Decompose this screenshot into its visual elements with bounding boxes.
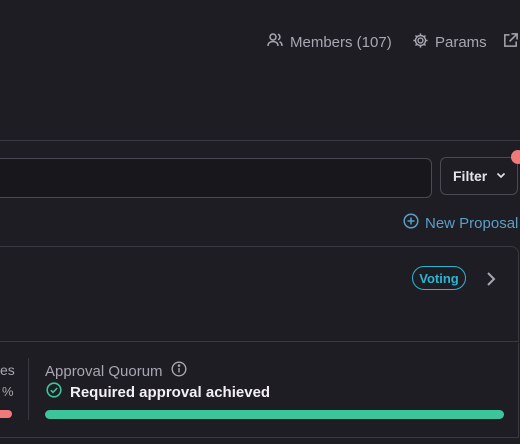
chevron-right-icon[interactable]: [484, 270, 498, 293]
approval-status-label: Required approval achieved: [70, 383, 271, 401]
gear-icon: [412, 32, 435, 53]
params-label: Params: [435, 33, 487, 51]
approval-quorum-label: Approval Quorum: [45, 362, 163, 380]
votes-value-fragment: %: [2, 384, 14, 399]
top-nav: Members (107) Params: [0, 30, 520, 54]
plus-circle-icon: [403, 213, 425, 233]
approval-progress-bar: [45, 410, 504, 419]
proposal-card[interactable]: [0, 246, 519, 342]
details-separator: [28, 358, 29, 420]
check-circle-icon: [46, 382, 70, 402]
approval-progress-fill: [45, 410, 504, 419]
chevron-down-icon: [487, 168, 507, 184]
search-input[interactable]: [0, 158, 432, 198]
filter-label: Filter: [453, 168, 488, 184]
approval-status: Required approval achieved: [46, 382, 270, 402]
members-label: Members (107): [290, 33, 392, 51]
info-icon[interactable]: [163, 361, 187, 381]
filter-button[interactable]: Filter: [440, 157, 518, 195]
votes-progress-fragment: [0, 410, 12, 418]
external-link-button[interactable]: [502, 30, 520, 54]
external-link-icon: [502, 32, 520, 53]
new-proposal-label: New Proposal: [425, 214, 519, 232]
new-proposal-button[interactable]: New Proposal: [403, 213, 518, 233]
status-badge: Voting: [412, 266, 466, 290]
section-divider: [0, 140, 520, 141]
users-icon: [266, 31, 290, 53]
filter-count-badge: [511, 150, 520, 164]
params-link[interactable]: Params: [412, 30, 487, 54]
members-link[interactable]: Members (107): [266, 30, 392, 54]
votes-label-fragment: es: [0, 362, 15, 378]
approval-quorum-title: Approval Quorum: [45, 361, 187, 381]
